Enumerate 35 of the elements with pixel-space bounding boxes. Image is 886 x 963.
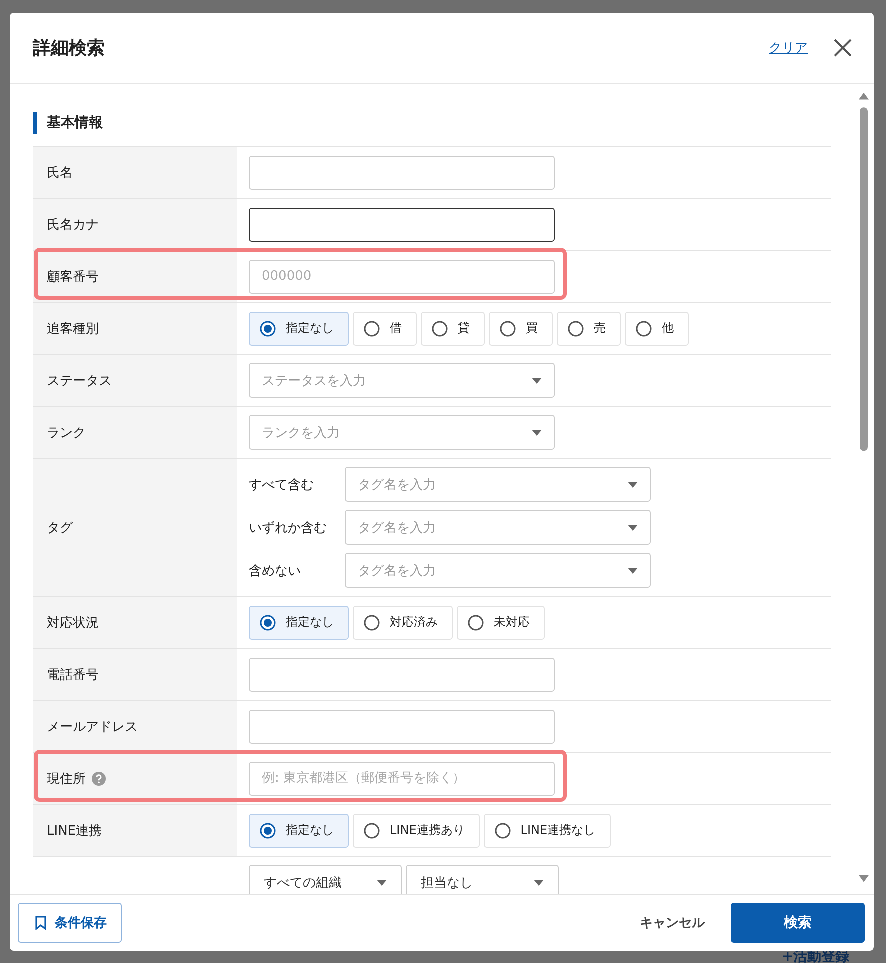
field-label: 氏名カナ bbox=[47, 216, 99, 234]
radio-option[interactable]: 指定なし bbox=[249, 814, 349, 848]
tag-filter-label: すべて含む bbox=[249, 476, 315, 494]
radio-option[interactable]: LINE連携あり bbox=[353, 814, 480, 848]
select-field[interactable]: 担当なし bbox=[406, 865, 559, 894]
field-label: タグ bbox=[47, 520, 73, 536]
field-label: メールアドレス bbox=[47, 718, 138, 736]
radio-option[interactable]: LINE連携なし bbox=[484, 814, 611, 848]
field-label: ステータス bbox=[47, 372, 112, 390]
field-label: 追客種別 bbox=[47, 320, 99, 338]
clear-link[interactable]: クリア bbox=[769, 39, 808, 57]
radio-option[interactable]: 対応済み bbox=[353, 606, 453, 640]
radio-option[interactable]: 他 bbox=[625, 312, 689, 346]
select-field[interactable]: すべての組織 bbox=[249, 865, 402, 894]
radio-option[interactable]: 指定なし bbox=[249, 606, 349, 640]
radio-option[interactable]: 貸 bbox=[421, 312, 485, 346]
search-button[interactable]: 検索 bbox=[731, 903, 865, 943]
tag-filter-label: 含めない bbox=[249, 562, 302, 580]
cancel-button[interactable]: キャンセル bbox=[628, 914, 717, 932]
field-label: 氏名 bbox=[47, 164, 73, 182]
field-label: 顧客番号 bbox=[47, 268, 99, 286]
dialog-title: 詳細検索 bbox=[33, 37, 106, 60]
field-label: ランク bbox=[47, 424, 86, 442]
tag-filter-label: いずれか含む bbox=[249, 520, 328, 536]
radio-option[interactable]: 指定なし bbox=[249, 312, 349, 346]
field-label: LINE連携 bbox=[47, 822, 102, 840]
radio-option[interactable]: 借 bbox=[353, 312, 417, 346]
save-conditions-button[interactable]: 条件保存 bbox=[18, 903, 122, 943]
field-label: 対応状況 bbox=[47, 614, 99, 632]
radio-option[interactable]: 未対応 bbox=[457, 606, 545, 640]
section-title: 基本情報 bbox=[33, 112, 103, 134]
radio-option[interactable]: 売 bbox=[557, 312, 621, 346]
field-label: 電話番号 bbox=[47, 666, 99, 684]
radio-option[interactable]: 買 bbox=[489, 312, 553, 346]
field-label: 現住所 bbox=[47, 770, 86, 788]
